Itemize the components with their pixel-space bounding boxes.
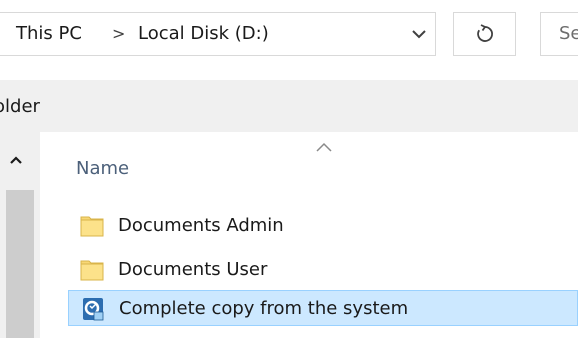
file-name: Complete copy from the system — [119, 298, 409, 319]
breadcrumb-local-disk[interactable]: Local Disk (D:) — [138, 12, 269, 56]
folder-ribbon-label[interactable]: older — [0, 96, 40, 117]
file-row-documents-user[interactable]: Documents User — [68, 252, 578, 288]
file-explorer-window: This PC > Local Disk (D:) Se older Name — [0, 0, 578, 338]
column-header-name[interactable]: Name — [76, 158, 129, 179]
breadcrumb-this-pc[interactable]: This PC — [16, 12, 82, 56]
address-dropdown-button[interactable] — [402, 12, 436, 56]
chevron-up-icon — [10, 156, 22, 164]
search-input-placeholder[interactable]: Se — [559, 13, 578, 55]
file-name: Documents Admin — [118, 215, 284, 236]
ribbon-strip — [0, 80, 578, 132]
system-image-icon — [83, 298, 104, 321]
chevron-down-icon — [412, 30, 426, 39]
file-row-documents-admin[interactable]: Documents Admin — [68, 208, 578, 244]
nav-scroll-up-button[interactable] — [4, 148, 28, 172]
file-row-complete-copy[interactable]: Complete copy from the system — [68, 290, 578, 326]
refresh-icon — [476, 24, 493, 42]
sort-up-icon — [316, 142, 332, 152]
file-name: Documents User — [118, 259, 268, 280]
breadcrumb-separator[interactable]: > — [112, 12, 125, 56]
folder-icon — [80, 216, 104, 237]
search-box[interactable]: Se — [540, 12, 578, 56]
nav-scrollbar-thumb[interactable] — [6, 190, 34, 338]
refresh-button[interactable] — [454, 12, 516, 56]
folder-icon — [80, 260, 104, 281]
